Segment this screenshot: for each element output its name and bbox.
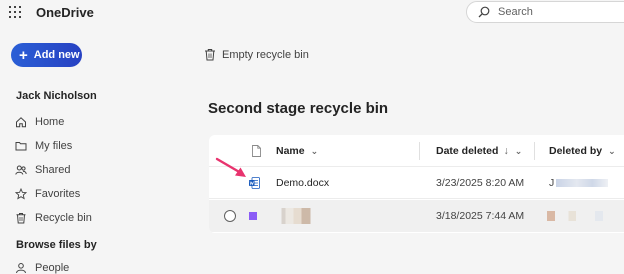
date-deleted-cell: 3/18/2025 7:44 AM: [436, 200, 524, 232]
row-select-cell: [224, 200, 236, 232]
sidebar-item-label: Recycle bin: [35, 212, 92, 224]
person-icon: [16, 263, 26, 274]
file-list: Name ⌄ Date deleted ↓ ⌄ Deleted by ⌄ Dem…: [209, 135, 624, 233]
date-deleted-value: 3/18/2025 7:44 AM: [436, 210, 525, 222]
name-column-label: Name: [276, 145, 305, 157]
chevron-down-icon: ⌄: [514, 145, 523, 156]
folder-icon: [15, 142, 27, 151]
browse-files-heading: Browse files by: [16, 239, 97, 251]
add-new-button[interactable]: + Add new: [11, 43, 82, 67]
sidebar-item-people[interactable]: People: [15, 256, 185, 274]
sidebar-item-label: People: [35, 262, 70, 274]
file-type-cell: [249, 200, 257, 232]
date-deleted-column-header[interactable]: Date deleted ↓ ⌄: [436, 135, 522, 167]
top-bar: OneDrive Search: [0, 0, 624, 30]
file-type-cell: [249, 167, 260, 199]
sidebar-item-my-files[interactable]: My files: [15, 134, 185, 158]
date-deleted-cell: 3/23/2025 8:20 AM: [436, 167, 524, 199]
row-select-radio[interactable]: [224, 210, 236, 222]
star-icon: [15, 188, 27, 200]
plus-icon: +: [19, 46, 28, 64]
column-divider[interactable]: [534, 142, 535, 160]
chevron-down-icon: ⌄: [608, 145, 616, 156]
sidebar-item-label: Home: [35, 116, 65, 128]
file-name: Demo.docx: [276, 177, 330, 189]
deleted-by-cell: [547, 200, 603, 232]
redacted-text: [556, 179, 609, 187]
search-input[interactable]: Search: [466, 1, 624, 23]
sidebar-item-favorites[interactable]: Favorites: [15, 182, 185, 206]
people-icon: [15, 165, 27, 175]
empty-recycle-bin-label: Empty recycle bin: [222, 48, 309, 61]
file-type-icon: [249, 212, 257, 220]
sidebar-item-shared[interactable]: Shared: [15, 158, 185, 182]
browse-nav: People: [15, 256, 185, 274]
word-document-icon: [249, 177, 260, 189]
redacted-text: [547, 211, 603, 221]
app-title[interactable]: OneDrive: [36, 5, 94, 20]
file-type-column-header[interactable]: [251, 135, 262, 167]
deleted-by-value: J: [549, 177, 555, 189]
app-launcher-icon[interactable]: [9, 6, 21, 18]
column-divider[interactable]: [419, 142, 420, 160]
redacted-text: [276, 208, 320, 224]
sidebar-item-recycle-bin[interactable]: Recycle bin: [15, 206, 185, 230]
add-new-label: Add new: [33, 49, 80, 61]
search-icon: [478, 6, 490, 18]
trash-icon: [205, 49, 215, 61]
sidebar-item-label: Favorites: [35, 188, 81, 200]
deleted-by-cell: J: [549, 167, 609, 199]
sidebar-item-label: My files: [35, 140, 73, 152]
deleted-by-column-label: Deleted by: [549, 145, 603, 157]
sidebar-nav: Home My files Shared Favorites Recycle b…: [15, 110, 185, 230]
table-row[interactable]: Demo.docx 3/23/2025 8:20 AM J: [209, 167, 624, 199]
search-placeholder: Search: [498, 6, 533, 18]
page-title: Second stage recycle bin: [208, 100, 389, 117]
file-type-icon: [252, 145, 261, 157]
table-header: Name ⌄ Date deleted ↓ ⌄ Deleted by ⌄: [209, 135, 624, 167]
home-icon: [16, 117, 26, 128]
sidebar-item-label: Shared: [35, 164, 71, 176]
sidebar-item-home[interactable]: Home: [15, 110, 185, 134]
date-deleted-column-label: Date deleted: [436, 145, 499, 157]
user-name: Jack Nicholson: [16, 90, 97, 102]
date-deleted-value: 3/23/2025 8:20 AM: [436, 177, 525, 189]
chevron-down-icon: ⌄: [310, 145, 319, 156]
trash-icon: [16, 213, 26, 224]
table-row[interactable]: 3/18/2025 7:44 AM: [209, 200, 624, 232]
sort-descending-icon: ↓: [503, 145, 509, 157]
file-name-cell[interactable]: Demo.docx: [276, 167, 329, 199]
file-name-cell[interactable]: [276, 200, 320, 232]
annotation-arrow-icon: [215, 157, 246, 177]
deleted-by-column-header[interactable]: Deleted by ⌄: [549, 135, 616, 167]
name-column-header[interactable]: Name ⌄: [276, 135, 318, 167]
empty-recycle-bin-button[interactable]: Empty recycle bin: [204, 48, 309, 61]
